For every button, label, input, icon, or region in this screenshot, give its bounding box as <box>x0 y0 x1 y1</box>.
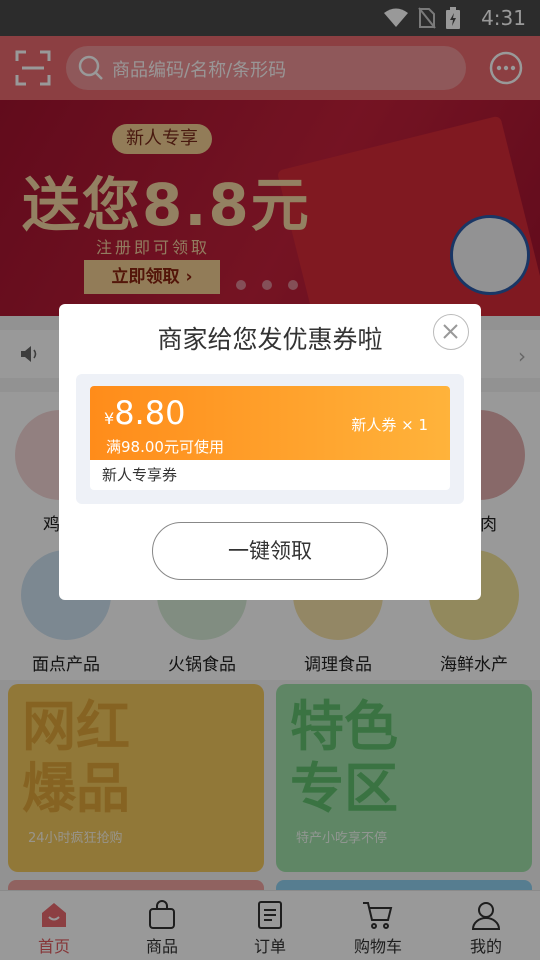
coupon-name: 新人专享券 <box>102 466 178 484</box>
coupon-condition: 满98.00元可使用 <box>106 438 224 456</box>
currency-symbol: ¥ <box>104 409 115 428</box>
coupon-dialog: 商家给您发优惠券啦 ¥8.80 满98.00元可使用 新人券 × 1 新人专享券… <box>59 304 481 600</box>
close-button[interactable] <box>433 314 469 350</box>
coupon-header: ¥8.80 满98.00元可使用 新人券 × 1 <box>90 386 450 460</box>
close-icon <box>443 324 458 339</box>
coupon-type-quantity: 新人券 × 1 <box>351 416 428 434</box>
coupon-card[interactable]: ¥8.80 满98.00元可使用 新人券 × 1 新人专享券 <box>90 386 450 490</box>
claim-all-button[interactable]: 一键领取 <box>152 522 388 580</box>
coupon-amount: ¥8.80 <box>104 394 185 432</box>
coupon-footer: 新人专享券 <box>90 460 450 490</box>
coupon-list: ¥8.80 满98.00元可使用 新人券 × 1 新人专享券 <box>76 374 464 504</box>
coupon-value: 8.80 <box>114 394 186 432</box>
dialog-title: 商家给您发优惠券啦 <box>157 325 383 354</box>
